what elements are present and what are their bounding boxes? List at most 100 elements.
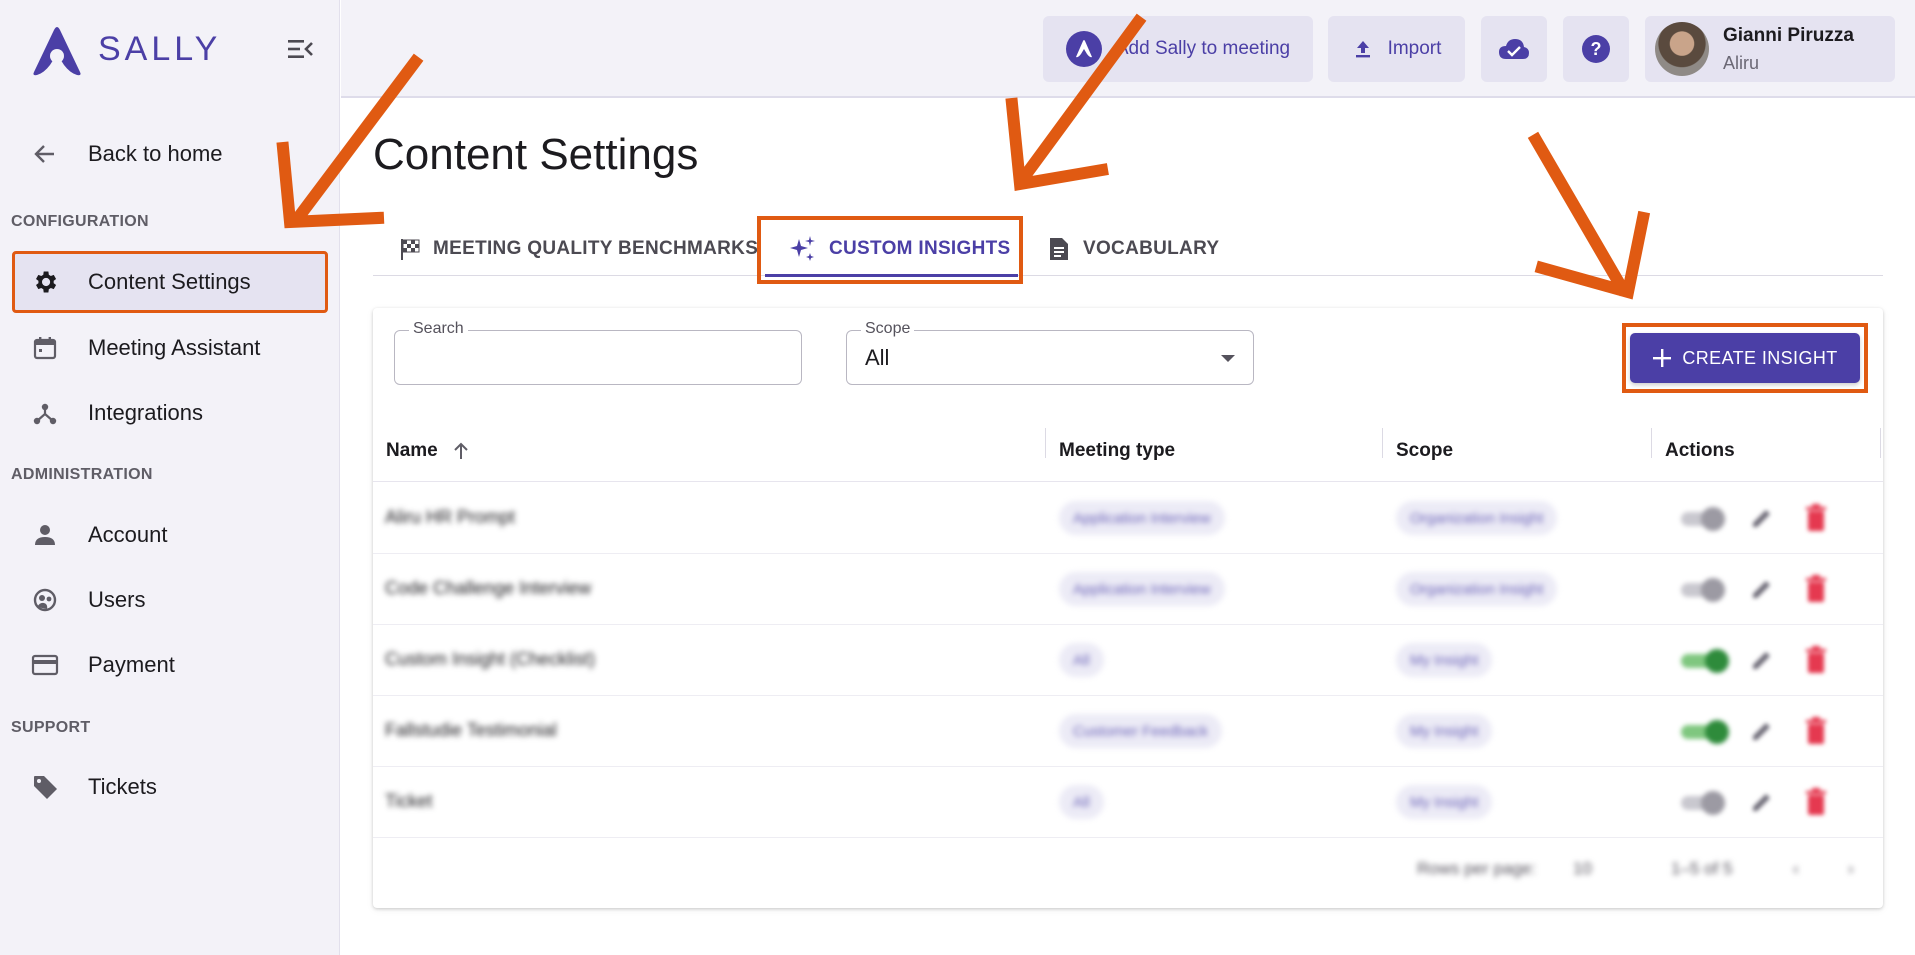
table-header: Name Meeting type Scope Actions — [373, 420, 1883, 482]
tab-vocabulary[interactable]: VOCABULARY — [1047, 222, 1219, 276]
next-page-icon[interactable]: › — [1848, 859, 1854, 879]
meeting-type-chip: Customer Feedback — [1059, 714, 1223, 748]
back-to-home-link[interactable]: Back to home — [12, 123, 328, 185]
column-header-name[interactable]: Name — [386, 420, 470, 482]
logo-text: SALLY — [98, 29, 222, 68]
column-divider — [1880, 428, 1881, 458]
svg-text:?: ? — [1591, 39, 1602, 59]
prev-page-icon[interactable]: ‹ — [1793, 859, 1799, 879]
collapse-menu-icon[interactable] — [286, 36, 314, 62]
enabled-toggle[interactable] — [1681, 649, 1729, 673]
import-button[interactable]: Import — [1328, 16, 1465, 82]
delete-trash-icon[interactable] — [1803, 716, 1829, 746]
sidebar-item-meeting-assistant[interactable]: Meeting Assistant — [12, 317, 328, 379]
sparkle-icon — [790, 236, 815, 261]
create-insight-label: CREATE INSIGHT — [1682, 347, 1838, 368]
delete-trash-icon[interactable] — [1803, 574, 1829, 604]
sidebar-item-label: Content Settings — [88, 269, 251, 294]
edit-pencil-icon[interactable] — [1749, 576, 1775, 602]
insight-name: Fallstudie Testimonial — [385, 720, 557, 740]
column-divider — [1651, 428, 1652, 458]
column-header-scope[interactable]: Scope — [1396, 420, 1453, 482]
column-header-meeting-type[interactable]: Meeting type — [1059, 420, 1175, 482]
sally-icon — [1065, 31, 1102, 67]
user-name: Gianni Piruzza — [1723, 24, 1854, 46]
add-sally-label: Add Sally to meeting — [1115, 38, 1291, 59]
pagination: Rows per page: 10 1–5 of 5 ‹ › — [373, 845, 1883, 895]
table-row[interactable]: Code Challenge Interview Application Int… — [373, 554, 1883, 625]
delete-trash-icon[interactable] — [1803, 503, 1829, 533]
search-input[interactable] — [395, 331, 801, 384]
edit-pencil-icon[interactable] — [1749, 718, 1775, 744]
meeting-type-chip: Application Interview — [1059, 572, 1225, 606]
section-configuration: CONFIGURATION — [11, 213, 149, 230]
insight-name: Ticket — [385, 791, 433, 811]
edit-pencil-icon[interactable] — [1749, 789, 1775, 815]
tab-label: MEETING QUALITY BENCHMARKS — [433, 238, 759, 259]
rows-per-page-select[interactable]: 10 — [1573, 859, 1592, 879]
import-label: Import — [1387, 38, 1442, 59]
page-range: 1–5 of 5 — [1671, 859, 1733, 878]
delete-trash-icon[interactable] — [1803, 645, 1829, 675]
person-icon — [30, 520, 60, 550]
search-field[interactable]: Search — [394, 320, 802, 385]
edit-pencil-icon[interactable] — [1749, 505, 1775, 531]
insight-name: Code Challenge Interview — [385, 578, 592, 598]
page-title: Content Settings — [373, 130, 699, 179]
sidebar-item-label: Tickets — [88, 774, 157, 799]
integrations-icon — [30, 398, 60, 428]
table-row[interactable]: Fallstudie Testimonial Customer Feedback… — [373, 696, 1883, 767]
meeting-type-chip: All — [1059, 785, 1104, 819]
create-insight-button[interactable]: CREATE INSIGHT — [1630, 333, 1860, 383]
sidebar-item-tickets[interactable]: Tickets — [12, 756, 328, 818]
help-button[interactable]: ? — [1563, 16, 1629, 82]
top-bar: Add Sally to meeting Import ? Gianni Pir… — [341, 0, 1915, 98]
checkered-flag-icon — [401, 239, 420, 260]
sally-logo[interactable]: SALLY — [26, 20, 221, 78]
column-divider — [1382, 428, 1383, 458]
document-icon — [1050, 238, 1068, 260]
avatar — [1655, 22, 1709, 76]
scope-chip: My Insight — [1396, 785, 1493, 819]
scope-chip: Organization Insight — [1396, 501, 1558, 535]
delete-trash-icon[interactable] — [1803, 787, 1829, 817]
tab-label: VOCABULARY — [1083, 238, 1220, 259]
table-row[interactable]: Custom Insight (Checklist) All My Insigh… — [373, 625, 1883, 696]
scope-value: All — [865, 345, 890, 370]
arrow-left-icon — [30, 139, 60, 169]
gear-icon — [30, 267, 60, 297]
sidebar-item-label: Payment — [88, 652, 175, 677]
sidebar-item-integrations[interactable]: Integrations — [12, 382, 328, 444]
meeting-type-chip: Application Interview — [1059, 501, 1225, 535]
sidebar-item-content-settings[interactable]: Content Settings — [12, 251, 328, 313]
sidebar-item-label: Account — [88, 522, 168, 547]
scope-select[interactable]: Scope All — [846, 320, 1254, 385]
user-org: Aliru — [1723, 52, 1760, 73]
cloud-sync-button[interactable] — [1481, 16, 1547, 82]
meeting-type-chip: All — [1059, 643, 1104, 677]
sidebar-item-account[interactable]: Account — [12, 504, 328, 566]
scope-label: Scope — [861, 320, 915, 338]
table-row[interactable]: Ticket All My Insight — [373, 767, 1883, 838]
enabled-toggle[interactable] — [1681, 578, 1727, 602]
add-sally-to-meeting-button[interactable]: Add Sally to meeting — [1043, 16, 1313, 82]
scope-chip: My Insight — [1396, 714, 1493, 748]
enabled-toggle[interactable] — [1681, 507, 1727, 531]
tab-custom-insights[interactable]: CUSTOM INSIGHTS — [787, 222, 1011, 276]
upload-icon — [1355, 41, 1370, 58]
scope-chip: My Insight — [1396, 643, 1493, 677]
column-divider — [1045, 428, 1046, 458]
insight-name: Aliru HR Prompt — [385, 507, 516, 527]
sidebar-item-payment[interactable]: Payment — [12, 634, 328, 696]
user-menu[interactable]: Gianni Piruzza Aliru — [1645, 16, 1895, 82]
sort-ascending-icon[interactable] — [452, 441, 470, 461]
table-row[interactable]: Aliru HR Prompt Application Interview Or… — [373, 483, 1883, 554]
tab-meeting-quality-benchmarks[interactable]: MEETING QUALITY BENCHMARKS — [399, 222, 758, 276]
sidebar-item-users[interactable]: Users — [12, 569, 328, 631]
enabled-toggle[interactable] — [1681, 791, 1727, 815]
enabled-toggle[interactable] — [1681, 720, 1729, 744]
insight-name: Custom Insight (Checklist) — [385, 649, 596, 669]
sally-logo-icon — [33, 27, 81, 76]
sidebar-item-label: Integrations — [88, 400, 203, 425]
edit-pencil-icon[interactable] — [1749, 647, 1775, 673]
